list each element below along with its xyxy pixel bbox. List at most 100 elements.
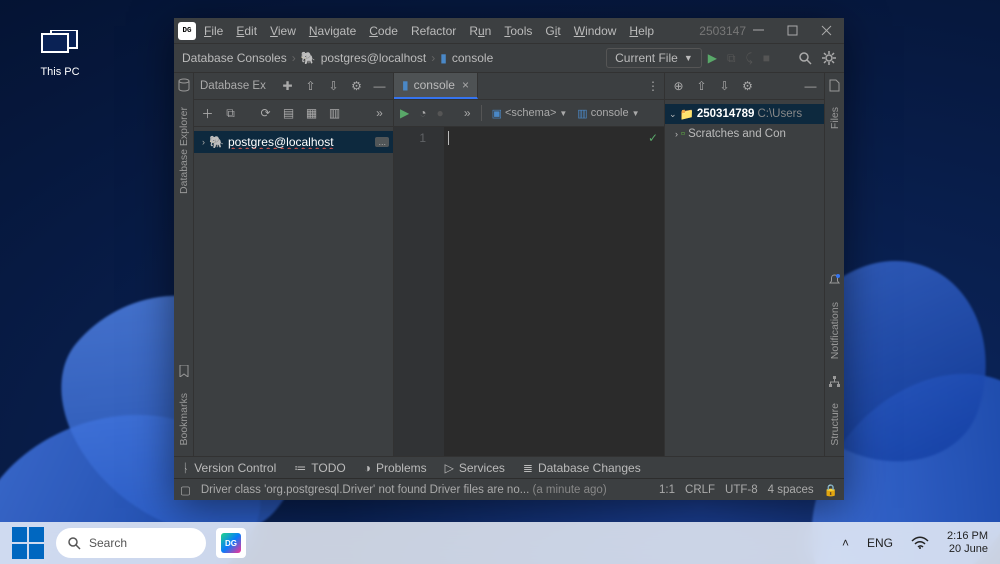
- database-changes-tool[interactable]: ≣Database Changes: [523, 461, 641, 475]
- breadcrumb-db[interactable]: postgres@localhost: [321, 51, 427, 65]
- bookmarks-icon[interactable]: [176, 363, 192, 379]
- version-control-tool[interactable]: ᚿVersion Control: [182, 461, 276, 475]
- filter-icon[interactable]: ▦: [304, 106, 319, 121]
- search-placeholder: Search: [89, 536, 127, 550]
- services-tool[interactable]: ▷Services: [445, 461, 505, 475]
- menu-file[interactable]: File: [204, 24, 223, 38]
- panel-settings-icon[interactable]: ⚙: [740, 79, 755, 94]
- new-icon[interactable]: ＋: [200, 106, 215, 121]
- chevron-down-icon: ⌄: [669, 109, 677, 120]
- lock-icon[interactable]: 🔒: [824, 483, 838, 497]
- stop-introspection-icon[interactable]: ▤: [281, 106, 296, 121]
- window-minimize[interactable]: [752, 25, 764, 37]
- project-path: C:\Users: [757, 108, 802, 120]
- status-message[interactable]: Driver class 'org.postgresql.Driver' not…: [201, 484, 533, 496]
- console-icon: ▮: [440, 51, 447, 65]
- panel-settings-icon[interactable]: ⚙: [349, 79, 364, 94]
- app-icon: DG: [178, 22, 196, 40]
- layout-icon[interactable]: ▢: [180, 483, 191, 497]
- menu-tools[interactable]: Tools: [504, 24, 532, 38]
- run-button[interactable]: ▶: [708, 51, 717, 65]
- add-datasource-icon[interactable]: ✚: [280, 79, 295, 94]
- menu-edit[interactable]: Edit: [236, 24, 257, 38]
- expand-icon[interactable]: ⇩: [326, 79, 341, 94]
- debug-button[interactable]: ⧉: [727, 51, 736, 66]
- tab-console[interactable]: ▮ console ×: [394, 73, 478, 99]
- structure-icon[interactable]: [827, 373, 843, 389]
- collapse-icon[interactable]: ⇧: [303, 79, 318, 94]
- indent-info[interactable]: 4 spaces: [768, 484, 814, 496]
- more-icon[interactable]: »: [372, 106, 387, 121]
- files-label[interactable]: Files: [829, 107, 841, 129]
- panel-minimize-icon[interactable]: —: [803, 79, 818, 94]
- left-tool-strip: Database Explorer Bookmarks: [174, 73, 194, 456]
- menu-run[interactable]: Run: [469, 24, 491, 38]
- tree-row-project[interactable]: ⌄ 📁 250314789 C:\Users: [665, 104, 824, 124]
- menu-git[interactable]: Git: [545, 24, 560, 38]
- desktop-icon-this-pc[interactable]: This PC: [30, 30, 90, 78]
- history-icon[interactable]: ◔: [419, 106, 426, 120]
- tabs-more-icon[interactable]: ⋮: [642, 73, 664, 99]
- menu-window[interactable]: Window: [574, 24, 617, 38]
- stop-button[interactable]: ■: [763, 51, 770, 65]
- tree-row-postgres[interactable]: › 🐘 postgres@localhost ...: [194, 131, 393, 153]
- wifi-icon[interactable]: [911, 536, 929, 550]
- notifications-label[interactable]: Notifications: [829, 302, 841, 359]
- execute-button[interactable]: ▶: [400, 106, 409, 120]
- settings-icon[interactable]: [822, 51, 836, 65]
- schema-picker[interactable]: ▣<schema>▼: [492, 107, 568, 120]
- menu-navigate[interactable]: Navigate: [309, 24, 356, 38]
- refresh-icon[interactable]: ⟳: [258, 106, 273, 121]
- tray-language[interactable]: ENG: [867, 536, 893, 550]
- play-circle-icon: ▷: [445, 461, 454, 475]
- window-close[interactable]: [820, 25, 832, 37]
- structure-label[interactable]: Structure: [829, 403, 841, 446]
- breadcrumb-root[interactable]: Database Consoles: [182, 51, 287, 65]
- statusbar: ▢ Driver class 'org.postgresql.Driver' n…: [174, 478, 844, 500]
- console-icon: ▥: [577, 107, 587, 120]
- taskbar-search[interactable]: Search: [56, 528, 206, 558]
- database-explorer-label[interactable]: Database Explorer: [178, 107, 190, 194]
- tray-clock[interactable]: 2:16 PM 20 June: [947, 530, 988, 555]
- file-encoding[interactable]: UTF-8: [725, 484, 758, 496]
- collapse-icon[interactable]: ⇧: [694, 79, 709, 94]
- run-configuration[interactable]: Current File ▼: [606, 48, 702, 68]
- taskbar-icon-datagrip[interactable]: DG: [216, 528, 246, 558]
- view-icon[interactable]: ▥: [327, 106, 342, 121]
- gutter: 1: [394, 127, 444, 456]
- caret-position[interactable]: 1:1: [659, 484, 675, 496]
- line-separator[interactable]: CRLF: [685, 484, 715, 496]
- more-actions-icon[interactable]: »: [464, 106, 471, 120]
- run-coverage-button[interactable]: ⤹: [746, 51, 753, 66]
- tray-chevron-icon[interactable]: ˄: [842, 536, 849, 550]
- files-tool-icon[interactable]: [827, 77, 843, 93]
- no-problems-icon[interactable]: ✓: [648, 131, 658, 145]
- menu-help[interactable]: Help: [629, 24, 654, 38]
- branch-icon: ᚿ: [182, 461, 189, 475]
- duplicate-icon[interactable]: ⧉: [223, 106, 238, 121]
- problems-tool[interactable]: ◑Problems: [364, 461, 427, 475]
- search-everywhere-icon[interactable]: [798, 51, 812, 65]
- breadcrumb-console[interactable]: console: [452, 51, 493, 65]
- notifications-icon[interactable]: [827, 272, 843, 288]
- window-maximize[interactable]: [786, 25, 798, 37]
- database-explorer-tool-icon[interactable]: [176, 77, 192, 93]
- scratch-icon: ▫: [681, 128, 685, 140]
- list-icon: ≔: [294, 461, 306, 475]
- menu-refactor[interactable]: Refactor: [411, 24, 456, 38]
- datasource-name: postgres@localhost: [228, 135, 370, 149]
- folder-icon: 📁: [680, 107, 694, 121]
- menu-code[interactable]: Code: [369, 24, 398, 38]
- menu-view[interactable]: View: [270, 24, 296, 38]
- console-picker[interactable]: ▥console▼: [577, 107, 639, 120]
- tree-row-scratches[interactable]: › ▫ Scratches and Con: [665, 124, 824, 144]
- more-dots[interactable]: ...: [375, 137, 389, 147]
- select-opened-file-icon[interactable]: ⊕: [671, 79, 686, 94]
- code-editor[interactable]: 1 ✓: [394, 127, 664, 456]
- todo-tool[interactable]: ≔TODO: [294, 461, 345, 475]
- close-tab-icon[interactable]: ×: [462, 78, 469, 92]
- expand-icon[interactable]: ⇩: [717, 79, 732, 94]
- start-button[interactable]: [12, 527, 44, 559]
- panel-minimize-icon[interactable]: —: [372, 79, 387, 94]
- bookmarks-label[interactable]: Bookmarks: [178, 393, 190, 446]
